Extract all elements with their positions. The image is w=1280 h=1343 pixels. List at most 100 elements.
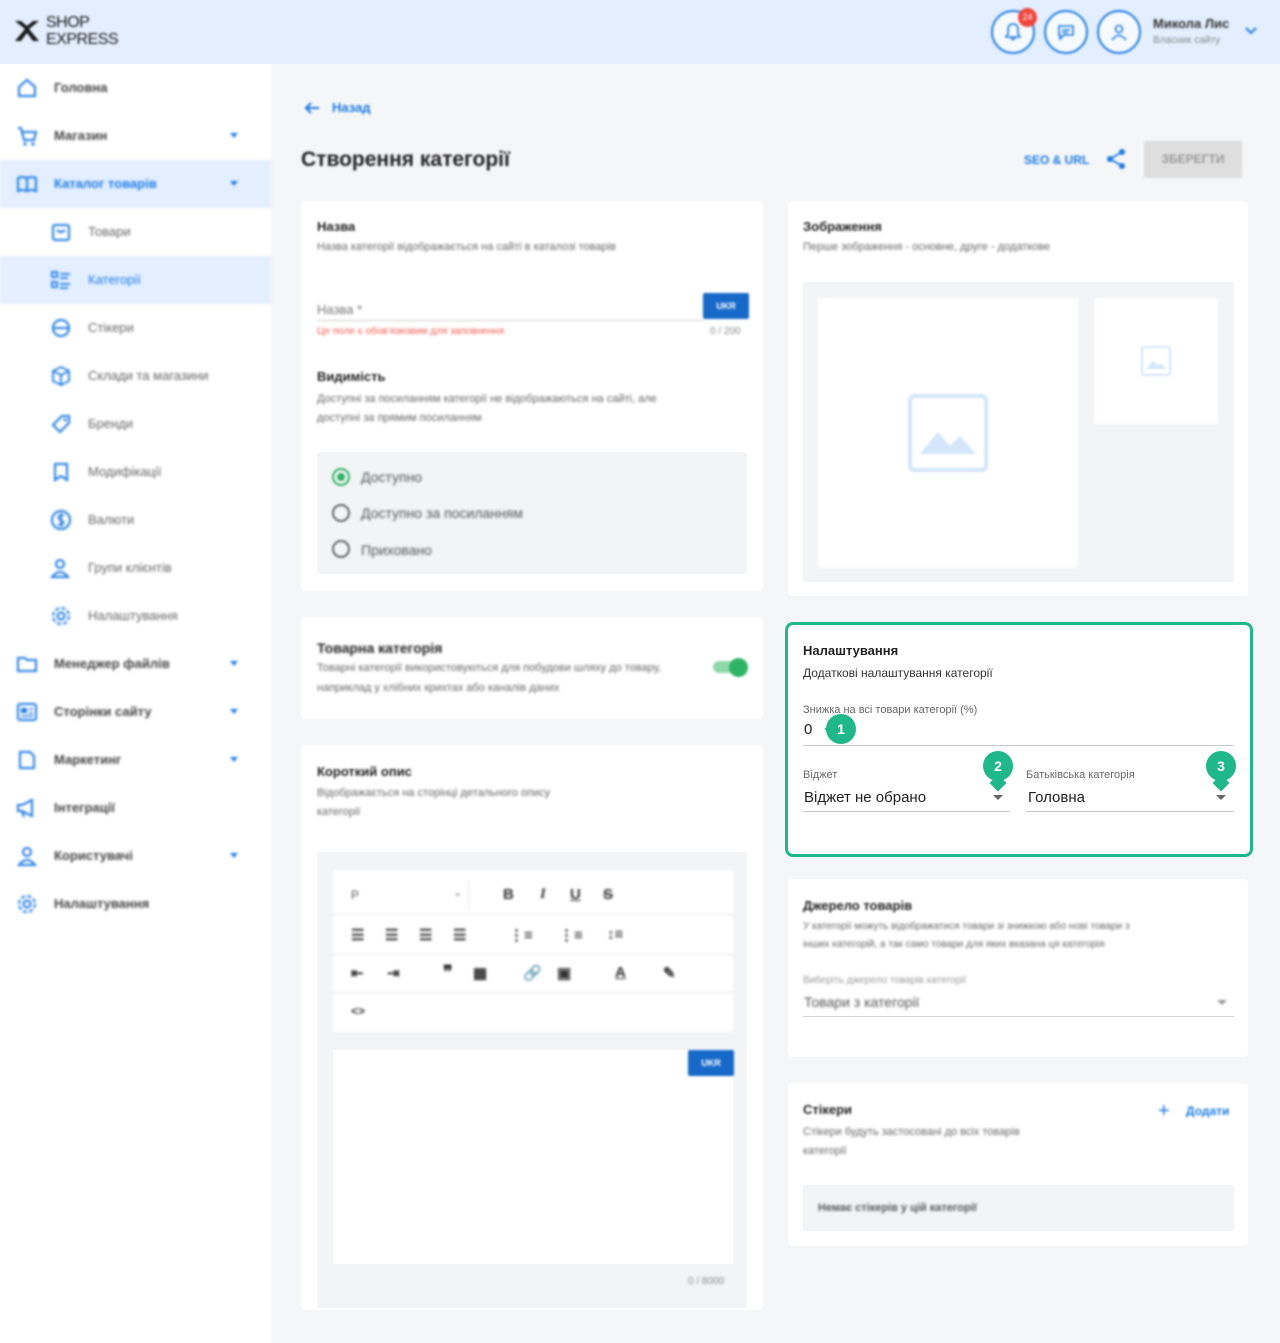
discount-input[interactable]: 0 — [804, 721, 812, 738]
visibility-option-label: Приховано — [361, 542, 432, 558]
chevron-down-icon — [230, 853, 238, 858]
outdent-icon[interactable]: ⇤ — [351, 964, 364, 982]
sidebar-item-label: Магазин — [54, 128, 108, 143]
additional-image-slot[interactable] — [1094, 298, 1218, 424]
cart-icon — [18, 127, 38, 146]
image-icon[interactable]: ▣ — [557, 964, 571, 982]
sidebar-item-label: Сторінки сайту — [54, 704, 152, 719]
profile-button[interactable] — [1097, 10, 1141, 54]
language-button[interactable]: UKR — [703, 293, 749, 319]
sidebar-item-catalog-settings[interactable]: Налаштування — [0, 592, 271, 640]
gear-icon — [52, 607, 70, 625]
sidebar-item-label: Головна — [54, 80, 108, 95]
indent-icon[interactable]: ⇥ — [387, 964, 400, 982]
sidebar-item-users[interactable]: Користувачі — [0, 832, 271, 880]
seo-url-link[interactable]: SEO & URL — [1024, 153, 1089, 167]
editor-language-button[interactable]: UKR — [688, 1050, 734, 1076]
chevron-down-icon[interactable] — [1244, 26, 1258, 36]
parent-category-caret-icon[interactable] — [1216, 795, 1226, 800]
sidebar-item-stickers[interactable]: Стікери — [0, 304, 271, 352]
add-sticker-button[interactable]: Додати — [1186, 1104, 1229, 1118]
sidebar-item-site-pages[interactable]: Сторінки сайту — [0, 688, 271, 736]
product-source-title: Джерело товарів — [803, 898, 913, 913]
discount-label: Знижка на всі товари категорії (%) — [803, 704, 978, 716]
messages-button[interactable] — [1044, 10, 1088, 54]
tag-icon — [51, 415, 70, 434]
product-category-desc-line-2: наприклад у хлібних крихтах або каналів … — [317, 682, 560, 694]
chevron-down-icon — [230, 709, 238, 714]
visibility-desc-line-2: доступні за прямим посиланням — [317, 412, 482, 424]
visibility-radio-available[interactable] — [332, 468, 350, 486]
bold-button[interactable]: B — [503, 886, 514, 903]
stickers-title: Стікери — [803, 1102, 853, 1117]
link-icon[interactable]: 🔗 — [523, 964, 542, 982]
align-center-icon[interactable]: ☰ — [385, 926, 398, 944]
parent-category-underline — [1026, 811, 1234, 812]
back-link[interactable]: Назад — [332, 100, 371, 115]
editor-content-area[interactable] — [333, 1050, 733, 1264]
visibility-radio-by-link[interactable] — [332, 504, 350, 522]
sidebar-item-products[interactable]: Товари — [0, 208, 271, 256]
chevron-down-icon — [230, 133, 238, 138]
chevron-down-icon — [230, 757, 238, 762]
sidebar-item-label: Валюти — [88, 512, 135, 527]
product-source-underline — [803, 1016, 1234, 1017]
visibility-radio-hidden[interactable] — [332, 540, 350, 558]
sidebar-item-brands[interactable]: Бренди — [0, 400, 271, 448]
code-view-icon[interactable]: <> — [351, 1004, 365, 1018]
sidebar-item-file-manager[interactable]: Менеджер файлів — [0, 640, 271, 688]
underline-button[interactable]: U — [570, 886, 581, 903]
sidebar-item-settings[interactable]: Налаштування — [0, 880, 271, 928]
product-category-toggle[interactable] — [713, 658, 748, 677]
sidebar-item-catalog[interactable]: Каталог товарів — [0, 160, 271, 208]
plus-icon[interactable]: + — [1158, 1101, 1170, 1121]
parent-category-select-value[interactable]: Головна — [1028, 789, 1085, 806]
sidebar-item-label: Налаштування — [54, 896, 150, 911]
widget-select-underline — [803, 811, 1010, 812]
sidebar-item-shop[interactable]: Магазин — [0, 112, 271, 160]
logo[interactable]: SHOP EXPRESS — [12, 14, 132, 52]
sidebar-item-integrations[interactable]: Інтеграції — [0, 784, 271, 832]
image-placeholder-icon — [1141, 346, 1171, 376]
table-icon[interactable]: ▦ — [473, 964, 487, 982]
users-icon — [50, 559, 71, 578]
sidebar-item-home[interactable]: Головна — [0, 64, 271, 112]
bell-icon — [1004, 23, 1022, 41]
highlight-icon[interactable]: ✎ — [663, 964, 676, 982]
logo-line-2: EXPRESS — [46, 31, 119, 48]
line-height-icon[interactable]: ↕≡ — [607, 926, 623, 943]
product-source-caret-icon[interactable] — [1217, 1000, 1227, 1005]
quote-icon[interactable]: ❞ — [443, 962, 453, 983]
product-source-select-value[interactable]: Товари з категорії — [804, 994, 919, 1010]
widget-select-value[interactable]: Віджет не обрано — [804, 789, 926, 806]
sidebar-item-modifications[interactable]: Модифікації — [0, 448, 271, 496]
align-justify-icon[interactable]: ☰ — [453, 926, 466, 944]
align-left-icon[interactable]: ☰ — [351, 926, 364, 944]
share-icon[interactable] — [1105, 148, 1127, 170]
sidebar-item-label: Маркетинг — [54, 752, 122, 767]
sidebar-item-client-groups[interactable]: Групи клієнтів — [0, 544, 271, 592]
sidebar-item-currencies[interactable]: Валюти — [0, 496, 271, 544]
widget-select-caret-icon[interactable] — [993, 795, 1003, 800]
italic-button[interactable]: I — [540, 886, 546, 903]
images-desc: Перше зображення - основне, друге - дода… — [803, 241, 1051, 253]
product-source-desc-line-2: інших категорій, а так само товари для я… — [803, 939, 1105, 950]
format-select[interactable]: P ⌄ — [343, 880, 469, 910]
bullet-list-icon[interactable]: ⋮≡ — [509, 926, 533, 944]
sidebar-item-label: Товари — [88, 224, 131, 239]
save-button[interactable]: ЗБЕРЕГТИ — [1144, 141, 1242, 178]
logo-line-1: SHOP — [46, 14, 90, 31]
sidebar-item-categories[interactable]: Категорії — [0, 256, 271, 304]
product-source-desc-line-1: У категорії можуть відображатися товари … — [803, 921, 1130, 932]
main-image-slot[interactable] — [818, 298, 1078, 568]
sidebar-item-marketing[interactable]: Маркетинг — [0, 736, 271, 784]
sidebar-item-warehouses[interactable]: Склади та магазини — [0, 352, 271, 400]
numbered-list-icon[interactable]: ⋮≡ — [559, 926, 583, 944]
text-color-icon[interactable]: A — [615, 964, 626, 981]
strikethrough-button[interactable]: S — [603, 886, 613, 903]
arrow-left-icon[interactable] — [303, 101, 321, 115]
images-title: Зображення — [803, 219, 882, 234]
align-right-icon[interactable]: ☰ — [419, 926, 432, 944]
marker-3: 3 — [1206, 751, 1236, 781]
name-input[interactable] — [317, 298, 697, 320]
